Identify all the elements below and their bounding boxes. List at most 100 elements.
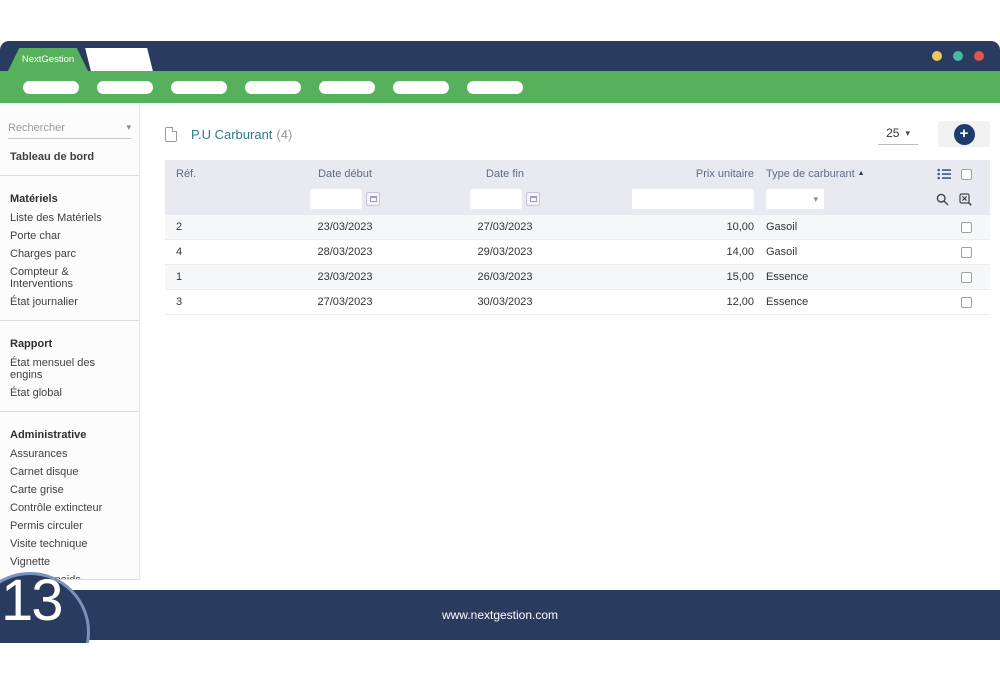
sidebar-item-permis-circuler[interactable]: Permis circuler xyxy=(0,517,139,535)
column-chooser-icon[interactable] xyxy=(937,168,951,180)
sidebar-item-charges-parc[interactable]: Charges parc xyxy=(0,245,139,263)
column-header-date-debut[interactable]: Date début xyxy=(265,168,425,180)
filter-prix-input[interactable] xyxy=(632,189,754,209)
sidebar-item-etat-journalier[interactable]: État journalier xyxy=(0,293,139,311)
sidebar-item-etat-mensuel-des-engins[interactable]: État mensuel des engins xyxy=(0,354,139,384)
sidebar-header-materiels: Matériels xyxy=(10,193,58,205)
sidebar-section-dashboard: Tableau de bord xyxy=(0,139,139,176)
footer-url: www.nextgestion.com xyxy=(441,608,559,622)
column-header-type-carburant[interactable]: Type de carburant ▲ xyxy=(760,168,875,180)
data-grid: Réf. Date début Date fin Prix unitaire T… xyxy=(165,160,990,315)
record-count: (4) xyxy=(276,126,293,142)
search-icon[interactable] xyxy=(936,193,949,206)
sort-asc-icon: ▲ xyxy=(857,170,865,177)
search-select[interactable]: Rechercher ▾ xyxy=(8,117,131,139)
main-menu-bar xyxy=(0,71,1000,103)
close-dot-icon[interactable] xyxy=(974,51,984,61)
cell-prix: 14,00 xyxy=(726,246,754,258)
sidebar-item-visite-technique[interactable]: Visite technique xyxy=(0,535,139,553)
table-row[interactable]: 2 23/03/2023 27/03/2023 10,00 Gasoil xyxy=(165,215,990,240)
sidebar-item-controle-extincteur[interactable]: Contrôle extincteur xyxy=(0,499,139,517)
row-checkbox[interactable] xyxy=(961,296,972,308)
cell-ref: 4 xyxy=(176,246,183,258)
nav-pill[interactable] xyxy=(23,80,79,94)
cell-date-debut: 23/03/2023 xyxy=(317,271,373,283)
column-header-prix-unitaire[interactable]: Prix unitaire xyxy=(585,168,760,180)
cell-type: Essence xyxy=(766,271,809,283)
sidebar-item-vignette[interactable]: Vignette xyxy=(0,553,139,571)
cell-ref: 2 xyxy=(176,221,183,233)
chevron-down-icon: ▾ xyxy=(905,127,910,138)
grid-filter-row: ▾ xyxy=(165,188,990,215)
page-size-select[interactable]: 25 ▾ xyxy=(878,123,918,145)
cell-date-debut: 28/03/2023 xyxy=(317,246,373,258)
brand-label: NextGestion xyxy=(21,54,75,65)
nav-pill[interactable] xyxy=(467,80,523,94)
filter-date-fin-input[interactable] xyxy=(470,189,522,209)
calendar-icon[interactable] xyxy=(526,192,540,206)
cell-prix: 15,00 xyxy=(726,271,754,283)
cell-date-debut: 27/03/2023 xyxy=(317,296,373,308)
row-checkbox[interactable] xyxy=(961,246,972,258)
sidebar-item-compteur-interventions[interactable]: Compteur & Interventions xyxy=(0,263,139,293)
plus-icon: + xyxy=(953,123,975,145)
nav-pill[interactable] xyxy=(97,80,153,94)
nav-pill[interactable] xyxy=(319,80,375,94)
table-row[interactable]: 1 23/03/2023 26/03/2023 15,00 Essence xyxy=(165,265,990,290)
row-checkbox[interactable] xyxy=(961,271,972,283)
select-all-checkbox[interactable] xyxy=(961,168,972,180)
column-header-ref[interactable]: Réf. xyxy=(165,168,265,180)
sidebar-item-carnet-disque[interactable]: Carnet disque xyxy=(0,463,139,481)
sidebar-item-carte-grise[interactable]: Carte grise xyxy=(0,481,139,499)
nav-pill[interactable] xyxy=(393,80,449,94)
maximize-dot-icon[interactable] xyxy=(953,51,963,61)
cell-date-fin: 27/03/2023 xyxy=(477,221,533,233)
column-header-date-fin[interactable]: Date fin xyxy=(425,168,585,180)
cell-prix: 10,00 xyxy=(726,221,754,233)
document-icon xyxy=(165,126,177,142)
brand-tab[interactable]: NextGestion xyxy=(8,48,88,71)
sidebar-item-tableau-de-bord[interactable]: Tableau de bord xyxy=(0,148,139,166)
cell-type: Essence xyxy=(766,296,809,308)
sidebar-item-assurances[interactable]: Assurances xyxy=(0,445,139,463)
window-controls xyxy=(932,51,984,61)
calendar-icon[interactable] xyxy=(366,192,380,206)
page-size-value: 25 xyxy=(886,126,900,140)
sidebar-item-porte-char[interactable]: Porte char xyxy=(0,227,139,245)
cell-ref: 1 xyxy=(176,271,183,283)
main-content: P.U Carburant (4) 25 ▾ + Réf. Date début… xyxy=(141,103,1000,590)
chevron-down-icon: ▾ xyxy=(126,122,131,132)
cell-type: Gasoil xyxy=(766,246,798,258)
footer-bar: www.nextgestion.com xyxy=(0,590,1000,640)
cell-type: Gasoil xyxy=(766,221,798,233)
row-checkbox[interactable] xyxy=(961,221,972,233)
sidebar-item-etat-global[interactable]: État global xyxy=(0,384,139,402)
filter-date-debut-input[interactable] xyxy=(310,189,362,209)
sidebar-section-rapport: Rapport État mensuel des engins État glo… xyxy=(0,321,139,412)
title-bar: NextGestion xyxy=(0,41,1000,71)
nav-pill[interactable] xyxy=(245,80,301,94)
sidebar-item-liste-des-materiels[interactable]: Liste des Matériels xyxy=(0,209,139,227)
search-placeholder: Rechercher xyxy=(8,121,65,134)
cell-date-debut: 23/03/2023 xyxy=(317,221,373,233)
sidebar-header-rapport: Rapport xyxy=(10,338,53,350)
cell-date-fin: 30/03/2023 xyxy=(477,296,533,308)
page-title: P.U Carburant xyxy=(191,126,273,142)
nav-pill[interactable] xyxy=(171,80,227,94)
sidebar-header-administrative: Administrative xyxy=(10,429,87,441)
grid-header: Réf. Date début Date fin Prix unitaire T… xyxy=(165,160,990,215)
cell-prix: 12,00 xyxy=(726,296,754,308)
filter-type-select[interactable]: ▾ xyxy=(766,189,824,209)
sidebar: Rechercher ▾ Tableau de bord Matériels L… xyxy=(0,103,140,580)
add-button[interactable]: + xyxy=(938,121,990,147)
cell-ref: 3 xyxy=(176,296,183,308)
sidebar-section-administrative: Administrative Assurances Carnet disque … xyxy=(0,412,139,579)
toolbar-right: 25 ▾ + xyxy=(878,121,990,147)
minimize-dot-icon[interactable] xyxy=(932,51,942,61)
sidebar-item-taxe-sur-poids[interactable]: Taxe sur poids xyxy=(0,571,139,579)
blank-tab[interactable] xyxy=(85,48,153,71)
table-row[interactable]: 4 28/03/2023 29/03/2023 14,00 Gasoil xyxy=(165,240,990,265)
clear-search-icon[interactable] xyxy=(959,192,972,206)
cell-date-fin: 26/03/2023 xyxy=(477,271,533,283)
table-row[interactable]: 3 27/03/2023 30/03/2023 12,00 Essence xyxy=(165,290,990,315)
